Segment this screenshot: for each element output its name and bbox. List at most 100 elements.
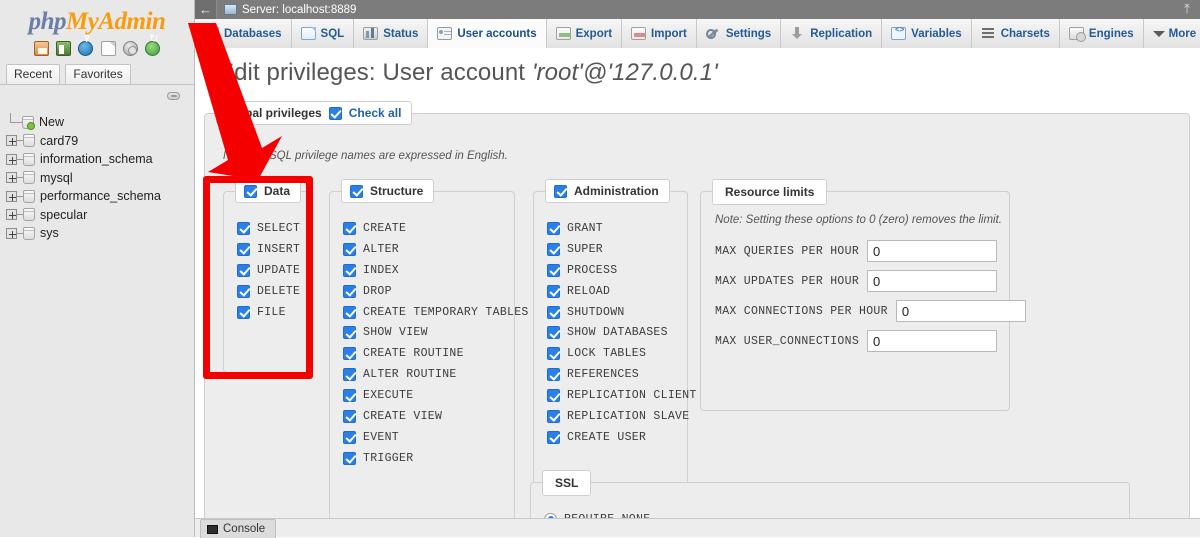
privilege-show-databases-row[interactable]: SHOW DATABASES (547, 322, 687, 343)
privilege-super-row[interactable]: SUPER (547, 239, 687, 260)
privilege-trigger-row[interactable]: TRIGGER (343, 448, 514, 469)
privilege-reload-checkbox[interactable] (547, 284, 560, 298)
structure-check-all-checkbox[interactable] (350, 184, 363, 198)
privilege-insert-checkbox[interactable] (237, 242, 250, 256)
privilege-replication-slave-row[interactable]: REPLICATION SLAVE (547, 406, 689, 427)
privilege-reload-row[interactable]: RELOAD (547, 281, 687, 302)
privilege-index-row[interactable]: INDEX (343, 260, 514, 281)
privilege-create-user-row[interactable]: CREATE USER (547, 427, 687, 448)
max-updates-per-hour-input[interactable] (867, 270, 998, 292)
privilege-create-view-checkbox[interactable] (343, 409, 356, 423)
tree-item-specular[interactable]: specular (0, 206, 194, 225)
tree-item-sys[interactable]: sys (0, 224, 194, 243)
tab-recent[interactable]: Recent (6, 64, 61, 84)
privilege-show-view-row[interactable]: SHOW VIEW (343, 322, 514, 343)
tree-item-performance_schema[interactable]: performance_schema (0, 187, 194, 206)
collapse-icon[interactable]: ⤒ (1178, 1, 1196, 17)
expand-plus-icon[interactable] (6, 190, 17, 202)
privilege-delete-checkbox[interactable] (237, 284, 250, 298)
privilege-references-checkbox[interactable] (547, 368, 560, 382)
privilege-file-checkbox[interactable] (237, 305, 250, 319)
privilege-create-routine-row[interactable]: CREATE ROUTINE (343, 343, 514, 364)
privilege-insert-row[interactable]: INSERT (237, 239, 310, 260)
tree-item-card79[interactable]: card79 (0, 132, 194, 151)
privilege-alter-routine-row[interactable]: ALTER ROUTINE (343, 364, 514, 385)
nav-tab-charsets[interactable]: Charsets (971, 19, 1060, 48)
check-all-checkbox[interactable] (328, 106, 342, 120)
max-connections-per-hour-input[interactable] (895, 300, 1026, 322)
privilege-create-routine-checkbox[interactable] (343, 347, 356, 361)
sql-docs-icon[interactable] (100, 41, 116, 56)
privilege-replication-slave-checkbox[interactable] (547, 409, 560, 423)
nav-tab-import[interactable]: Import (622, 19, 697, 48)
privilege-update-row[interactable]: UPDATE (237, 260, 310, 281)
privilege-create-row[interactable]: CREATE (343, 218, 514, 239)
privilege-delete-row[interactable]: DELETE (237, 281, 310, 302)
privilege-grant-checkbox[interactable] (547, 221, 560, 235)
nav-tab-replication[interactable]: Replication (781, 19, 883, 48)
nav-tab-settings[interactable]: Settings (696, 19, 782, 48)
expand-plus-icon[interactable] (6, 227, 17, 239)
privilege-drop-checkbox[interactable] (343, 284, 356, 298)
home-icon[interactable] (33, 41, 49, 56)
tree-item-mysql[interactable]: mysql (0, 169, 194, 188)
privilege-references-row[interactable]: REFERENCES (547, 364, 687, 385)
privilege-drop-row[interactable]: DROP (343, 281, 514, 302)
tree-item-new[interactable]: New (0, 113, 194, 132)
privilege-replication-client-checkbox[interactable] (547, 389, 560, 403)
privilege-lock-tables-checkbox[interactable] (547, 347, 560, 361)
privilege-select-checkbox[interactable] (237, 221, 250, 235)
privilege-execute-checkbox[interactable] (343, 389, 356, 403)
documentation-icon[interactable] (78, 41, 94, 56)
privilege-process-row[interactable]: PROCESS (547, 260, 687, 281)
max-queries-per-hour-input[interactable] (867, 240, 998, 262)
privilege-alter-checkbox[interactable] (343, 242, 356, 256)
refresh-icon[interactable] (145, 41, 161, 56)
data-check-all-checkbox[interactable] (244, 184, 257, 198)
logout-icon[interactable] (55, 41, 71, 56)
max-user-connections-input[interactable] (867, 330, 998, 352)
check-all-label[interactable]: Check all (349, 106, 402, 120)
privilege-event-checkbox[interactable] (343, 430, 356, 444)
expand-plus-icon[interactable] (6, 135, 17, 147)
settings-icon[interactable] (123, 41, 139, 56)
nav-tab-export[interactable]: Export (546, 19, 623, 48)
privilege-execute-row[interactable]: EXECUTE (343, 385, 514, 406)
privilege-update-checkbox[interactable] (237, 263, 250, 277)
phpmyadmin-logo[interactable]: phpMyAdmin (0, 0, 194, 38)
tree-item-information_schema[interactable]: information_schema (0, 150, 194, 169)
privilege-replication-client-row[interactable]: REPLICATION CLIENT (547, 385, 696, 406)
expand-plus-icon[interactable] (6, 153, 17, 165)
nav-tab-variables[interactable]: Variables (882, 19, 972, 48)
nav-tab-status[interactable]: Status (354, 19, 429, 48)
privilege-shutdown-row[interactable]: SHUTDOWN (547, 302, 687, 323)
privilege-shutdown-checkbox[interactable] (547, 305, 560, 319)
privilege-grant-row[interactable]: GRANT (547, 218, 687, 239)
nav-tab-user-accounts[interactable]: User accounts (428, 19, 547, 48)
privilege-create-user-checkbox[interactable] (547, 430, 560, 444)
pin-icon[interactable] (167, 92, 180, 100)
privilege-show-view-checkbox[interactable] (343, 326, 356, 340)
privilege-lock-tables-row[interactable]: LOCK TABLES (547, 343, 687, 364)
privilege-file-row[interactable]: FILE (237, 302, 310, 323)
privilege-create-temporary-tables-row[interactable]: CREATE TEMPORARY TABLES (343, 302, 528, 323)
privilege-create-temporary-tables-checkbox[interactable] (343, 305, 356, 319)
expand-plus-icon[interactable] (6, 209, 17, 221)
privilege-alter-routine-checkbox[interactable] (343, 368, 356, 382)
privilege-alter-row[interactable]: ALTER (343, 239, 514, 260)
privilege-show-databases-checkbox[interactable] (547, 326, 560, 340)
console-toggle[interactable]: Console (200, 519, 277, 538)
privilege-create-checkbox[interactable] (343, 221, 356, 235)
privilege-index-checkbox[interactable] (343, 263, 356, 277)
privilege-super-checkbox[interactable] (547, 242, 560, 256)
nav-tab-sql[interactable]: SQL (291, 19, 355, 48)
administration-check-all-checkbox[interactable] (554, 184, 567, 198)
privilege-create-view-row[interactable]: CREATE VIEW (343, 406, 514, 427)
privilege-select-row[interactable]: SELECT (237, 218, 310, 239)
tab-favorites[interactable]: Favorites (65, 64, 131, 84)
privilege-event-row[interactable]: EVENT (343, 427, 514, 448)
nav-tab-engines[interactable]: Engines (1059, 19, 1144, 48)
back-button[interactable]: ← (195, 0, 217, 19)
privilege-trigger-checkbox[interactable] (343, 451, 356, 465)
nav-tab-more[interactable]: More (1143, 19, 1200, 48)
